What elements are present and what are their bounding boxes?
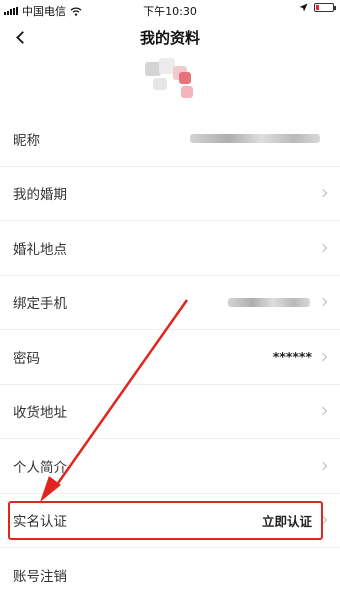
location-icon (299, 3, 308, 12)
chevron-right-icon (318, 352, 328, 361)
status-bar: 中国电信 下午10:30 (0, 0, 340, 20)
wedding-location-row[interactable]: 婚礼地点 (0, 221, 340, 276)
chevron-right-icon (318, 189, 328, 198)
nickname-value-obscured (190, 134, 320, 144)
status-time: 下午10:30 (143, 5, 197, 18)
avatar[interactable] (145, 58, 195, 102)
chevron-right-icon (318, 516, 328, 525)
bio-row[interactable]: 个人简介 (0, 439, 340, 494)
shipping-address-row[interactable]: 收货地址 (0, 385, 340, 439)
chevron-right-icon (318, 461, 328, 470)
verify-now-link[interactable]: 立即认证 (262, 511, 312, 530)
row-label: 昵称 (13, 132, 40, 149)
phone-value-obscured (228, 297, 310, 307)
nickname-row[interactable]: 昵称 (0, 112, 340, 167)
chevron-right-icon (318, 298, 328, 307)
chevron-right-icon (318, 407, 328, 416)
profile-list: 昵称 我的婚期 婚礼地点 绑定手机 密码 ****** 收货地址 个人简介 实名… (0, 112, 340, 600)
avatar-section (0, 54, 340, 112)
password-row[interactable]: 密码 ****** (0, 330, 340, 385)
battery-icon (314, 3, 336, 12)
chevron-right-icon (318, 243, 328, 252)
row-label: 我的婚期 (13, 187, 67, 204)
status-right (299, 3, 336, 12)
row-label: 实名认证 (13, 514, 67, 531)
nav-bar: 我的资料 (0, 20, 340, 54)
row-label: 绑定手机 (13, 296, 67, 313)
wedding-date-row[interactable]: 我的婚期 (0, 167, 340, 221)
account-deletion-row[interactable]: 账号注销 (0, 548, 340, 600)
page-title: 我的资料 (139, 29, 200, 47)
row-label: 个人简介 (13, 459, 67, 476)
row-label: 密码 (13, 350, 40, 367)
row-label: 收货地址 (13, 405, 67, 422)
password-value: ****** (272, 349, 312, 365)
row-label: 账号注销 (13, 569, 67, 586)
bound-phone-row[interactable]: 绑定手机 (0, 276, 340, 330)
real-name-verification-row[interactable]: 实名认证 立即认证 (0, 494, 340, 548)
row-label: 婚礼地点 (13, 241, 67, 258)
